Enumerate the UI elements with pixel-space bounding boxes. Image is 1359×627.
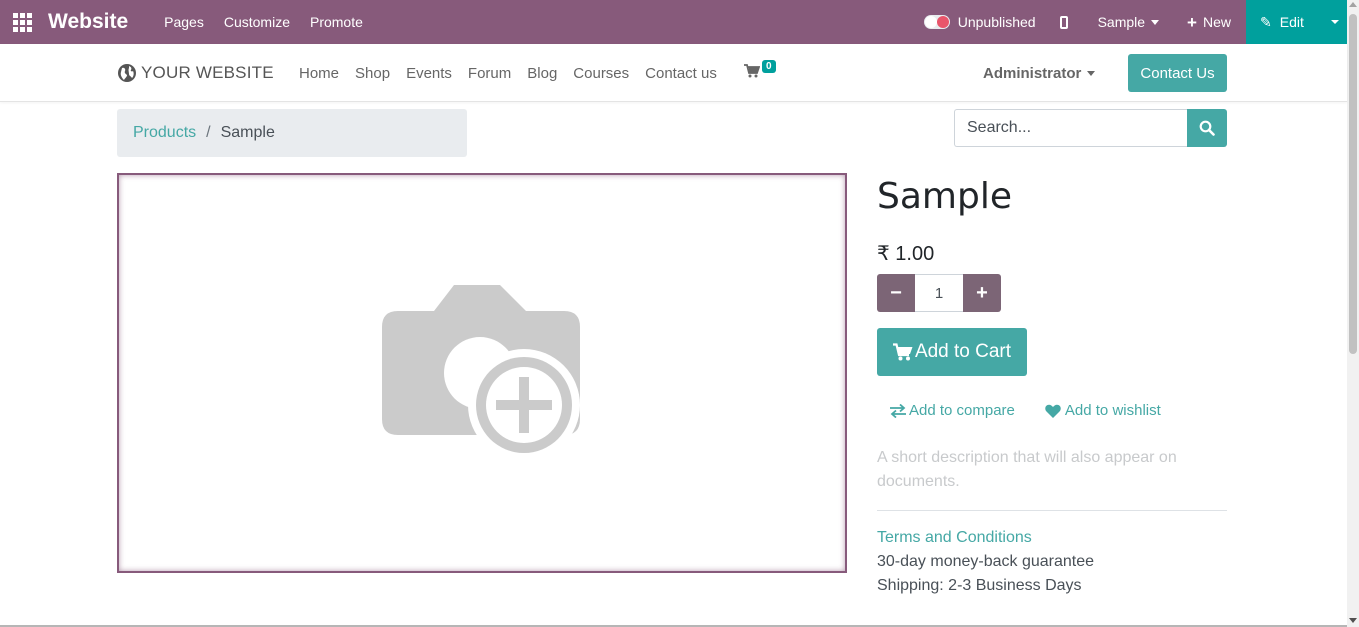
product-title: Sample <box>877 176 1012 217</box>
exchange-icon <box>890 403 906 418</box>
shipping-text: Shipping: 2-3 Business Days <box>877 577 1082 594</box>
terms-and-conditions-link[interactable]: Terms and Conditions <box>877 529 1032 547</box>
new-button[interactable]: + New <box>1187 14 1231 31</box>
search-input[interactable] <box>954 109 1187 147</box>
contact-us-button[interactable]: Contact Us <box>1128 54 1227 92</box>
scroll-thumb[interactable] <box>1349 14 1357 354</box>
mobile-preview-icon[interactable] <box>1059 15 1068 29</box>
plus-icon: + <box>976 281 988 304</box>
guarantee-text: 30-day money-back guarantee <box>877 553 1095 570</box>
shopping-cart-icon <box>744 64 761 78</box>
plus-icon: + <box>1187 12 1197 32</box>
quantity-input[interactable]: 1 <box>915 274 963 312</box>
nav-events[interactable]: Events <box>406 65 452 82</box>
pencil-icon: ✎ <box>1260 13 1272 30</box>
nav-home[interactable]: Home <box>299 65 339 82</box>
publish-status-label[interactable]: Unpublished <box>958 14 1036 30</box>
edit-button[interactable]: ✎ Edit <box>1246 0 1347 44</box>
nav-shop[interactable]: Shop <box>355 65 390 82</box>
add-to-compare-label: Add to compare <box>909 402 1015 419</box>
edit-label: Edit <box>1279 14 1304 30</box>
add-to-wishlist-link[interactable]: Add to wishlist <box>1045 402 1161 419</box>
add-to-compare-link[interactable]: Add to compare <box>889 402 1015 419</box>
product-search <box>954 109 1227 147</box>
scroll-down-icon[interactable] <box>1349 618 1357 623</box>
camera-plus-icon <box>382 285 580 461</box>
breadcrumb-products-link[interactable]: Products <box>133 124 196 142</box>
admin-navbar: Website Pages Customize Promote Unpublis… <box>0 0 1347 44</box>
apps-menu-icon[interactable] <box>0 0 44 44</box>
nav-forum[interactable]: Forum <box>468 65 511 82</box>
nav-contact-us[interactable]: Contact us <box>645 65 717 82</box>
shopping-cart-icon <box>892 343 913 361</box>
add-to-cart-label: Add to Cart <box>914 341 1012 362</box>
logo-text: YOUR WEBSITE <box>141 63 274 82</box>
search-icon <box>1199 120 1215 136</box>
breadcrumb-separator: / <box>206 124 211 141</box>
scroll-up-icon[interactable] <box>1349 2 1357 7</box>
app-brand[interactable]: Website <box>48 10 128 34</box>
main-nav: Home Shop Events Forum Blog Courses Cont… <box>299 44 733 102</box>
quantity-decrease-button[interactable]: − <box>877 274 915 312</box>
quantity-stepper: − 1 + <box>877 274 1001 312</box>
breadcrumb-current: Sample <box>220 124 275 141</box>
add-to-wishlist-label: Add to wishlist <box>1064 402 1161 419</box>
language-dropdown[interactable]: Sample <box>1097 14 1160 30</box>
globe-icon <box>118 64 136 82</box>
chevron-down-icon <box>1151 19 1160 25</box>
page-scrollbar[interactable] <box>1347 0 1359 627</box>
heart-icon <box>1045 404 1061 418</box>
edit-dropdown-icon[interactable] <box>1331 20 1339 24</box>
menu-pages[interactable]: Pages <box>164 14 204 30</box>
divider <box>877 510 1227 511</box>
cart-count-badge: 0 <box>762 60 776 73</box>
minus-icon: − <box>890 281 902 304</box>
breadcrumb: Products / Sample <box>117 109 467 157</box>
quantity-increase-button[interactable]: + <box>963 274 1001 312</box>
menu-customize[interactable]: Customize <box>224 14 290 30</box>
menu-promote[interactable]: Promote <box>310 14 363 30</box>
product-price: ₹ 1.00 <box>877 243 935 265</box>
site-header: YOUR WEBSITE Home Shop Events Forum Blog… <box>0 44 1347 102</box>
user-dropdown[interactable]: Administrator <box>983 65 1096 82</box>
product-image-placeholder[interactable] <box>117 173 847 573</box>
product-actions: Add to compare Add to wishlist <box>889 402 1191 419</box>
user-name: Administrator <box>983 65 1082 82</box>
publish-toggle[interactable] <box>923 15 950 29</box>
add-to-cart-button[interactable]: Add to Cart <box>877 328 1027 376</box>
cart-link[interactable]: 0 <box>744 60 776 83</box>
product-short-description[interactable]: A short description that will also appea… <box>877 446 1207 494</box>
nav-blog[interactable]: Blog <box>527 65 557 82</box>
new-label: New <box>1202 14 1231 30</box>
nav-courses[interactable]: Courses <box>573 65 629 82</box>
search-button[interactable] <box>1187 109 1227 147</box>
language-label: Sample <box>1097 14 1146 30</box>
chevron-down-icon <box>1087 71 1096 76</box>
admin-navbar-right: Unpublished Sample + New ✎ Edit <box>923 0 1347 44</box>
site-logo[interactable]: YOUR WEBSITE <box>117 56 274 90</box>
